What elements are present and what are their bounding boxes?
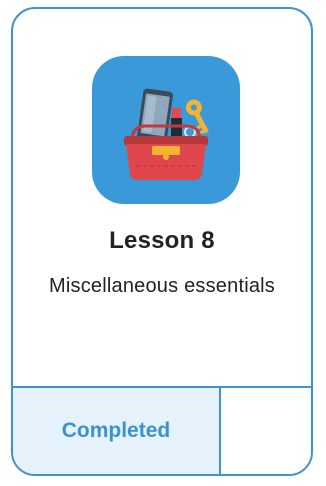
empty-cell xyxy=(221,388,311,474)
lesson-card[interactable]: Lesson 8 Miscellaneous essentials Comple… xyxy=(11,7,313,476)
bag-with-essentials-icon xyxy=(92,56,240,204)
lesson-subtitle: Miscellaneous essentials xyxy=(48,275,276,297)
status-label: Completed xyxy=(61,419,171,442)
lesson-title: Lesson 8 xyxy=(109,227,215,254)
lesson-footer: Completed xyxy=(13,386,311,474)
status-cell[interactable]: Completed xyxy=(13,388,221,474)
